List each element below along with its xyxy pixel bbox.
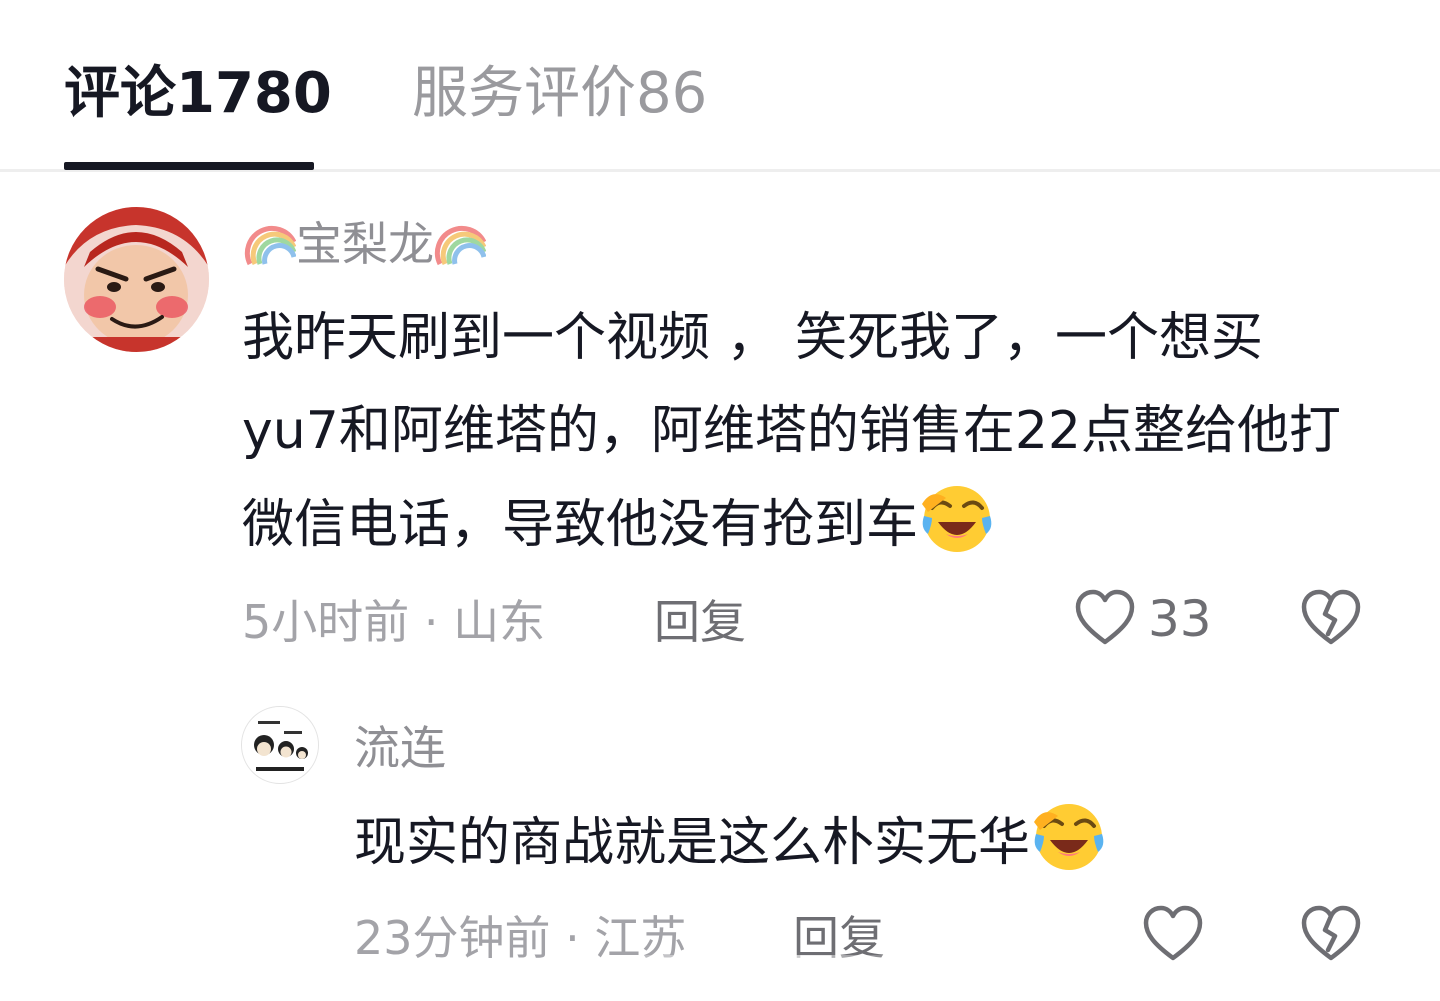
comment-meta: 5小时前 · 山东: [242, 592, 545, 652]
reply-button[interactable]: 回复: [654, 592, 746, 652]
comment-text: 我昨天刷到一个视频 ， 笑死我了，一个想买yu7和阿维塔的，阿维塔的销售在22点…: [242, 308, 1341, 555]
broken-heart-icon: [1301, 905, 1361, 961]
reply-text: 现实的商战就是这么朴实无华: [354, 813, 1031, 873]
reply-like-button[interactable]: [1140, 902, 1206, 968]
broken-heart-icon: [1301, 589, 1361, 645]
like-count: 33: [1148, 590, 1212, 648]
meta-separator: ·: [409, 595, 454, 649]
reply-time: 23分钟前: [354, 911, 551, 965]
reply-dislike-button[interactable]: [1298, 902, 1364, 972]
tab-comments[interactable]: 评论1780: [64, 58, 332, 130]
laughing-crying-emoji: [1034, 804, 1104, 870]
like-button[interactable]: 33: [1072, 586, 1212, 652]
meme-avatar-icon: [242, 707, 318, 783]
meta-separator: ·: [550, 911, 595, 965]
watermark-fade: [600, 955, 920, 995]
username-text: 宝梨龙: [296, 217, 434, 271]
reply-avatar[interactable]: [241, 706, 319, 784]
rainbow-icon: [244, 225, 296, 266]
dislike-button[interactable]: [1298, 586, 1364, 656]
reply-username[interactable]: 流连: [354, 718, 446, 778]
tab-service-reviews[interactable]: 服务评价86: [412, 58, 707, 130]
comment-time: 5小时前: [242, 595, 410, 649]
cartoon-avatar-icon: [64, 207, 209, 352]
reply-username-text: 流连: [354, 721, 446, 775]
avatar[interactable]: [64, 207, 209, 352]
comment-username[interactable]: 宝梨龙: [244, 214, 486, 274]
heart-outline-icon: [1075, 589, 1135, 645]
reply-body: 现实的商战就是这么朴实无华: [354, 796, 1354, 890]
comment-location: 山东: [453, 595, 546, 649]
rainbow-icon: [434, 225, 486, 266]
comment-tabs: 评论1780 服务评价86: [0, 0, 1440, 172]
comment-body: 我昨天刷到一个视频 ， 笑死我了，一个想买yu7和阿维塔的，阿维塔的销售在22点…: [242, 292, 1352, 572]
laughing-crying-emoji: [922, 486, 992, 552]
heart-outline-icon: [1143, 905, 1203, 961]
active-tab-indicator: [64, 162, 314, 170]
